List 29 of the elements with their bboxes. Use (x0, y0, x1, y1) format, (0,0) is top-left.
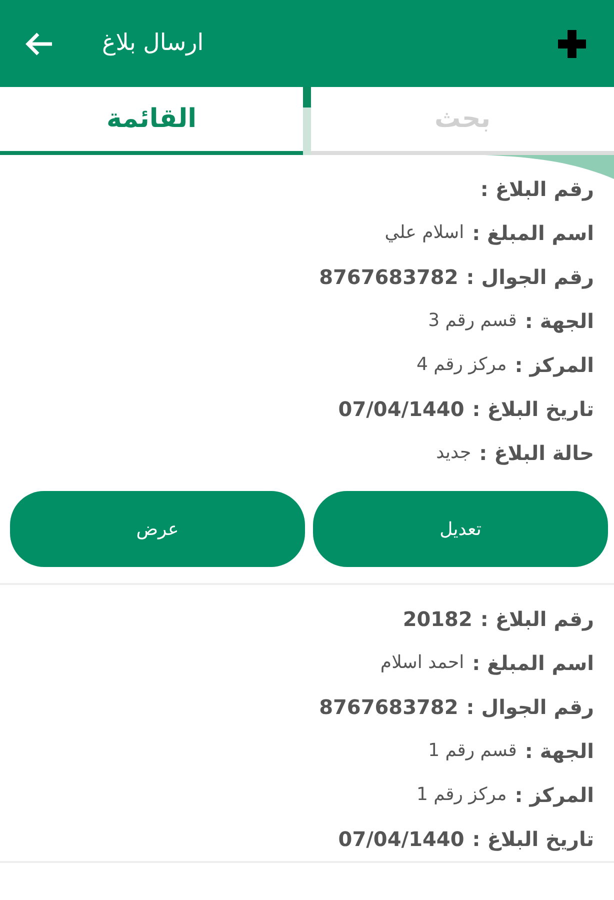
field-label: المركز : (514, 782, 594, 809)
field-label: رقم البلاغ : (480, 176, 594, 203)
edit-button[interactable]: تعديل (313, 491, 608, 567)
field-label: تاريخ البلاغ : (472, 396, 594, 423)
screen-title: ارسال بلاغ (102, 29, 204, 58)
field-value: 20182 (402, 606, 472, 633)
field-label: رقم البلاغ : (480, 606, 594, 633)
field-label: تاريخ البلاغ : (472, 826, 594, 853)
field-label: رقم الجوال : (466, 264, 594, 291)
field-value: 07/04/1440 (338, 396, 464, 423)
field-label: الجهة : (524, 738, 594, 765)
field-label: اسم المبلغ : (472, 220, 594, 247)
field-label: حالة البلاغ : (479, 440, 594, 467)
field-label: الجهة : (524, 308, 594, 335)
field-value: احمد اسلام (380, 651, 464, 675)
field-value: 8767683782 (319, 264, 458, 291)
field-label: المركز : (514, 352, 594, 379)
field-value: 07/04/1440 (338, 826, 464, 853)
field-value: قسم رقم 3 (428, 309, 517, 333)
field-value: اسلام علي (384, 221, 464, 245)
field-value: 8767683782 (319, 694, 458, 721)
field-value: مركز رقم 4 (416, 353, 507, 377)
view-button[interactable]: عرض (10, 491, 305, 567)
field-label: اسم المبلغ : (472, 650, 594, 677)
field-value: جديد (436, 441, 472, 465)
field-value: مركز رقم 1 (416, 783, 507, 807)
field-value: قسم رقم 1 (428, 739, 517, 763)
field-label: رقم الجوال : (466, 694, 594, 721)
back-arrow-icon[interactable] (24, 30, 54, 56)
